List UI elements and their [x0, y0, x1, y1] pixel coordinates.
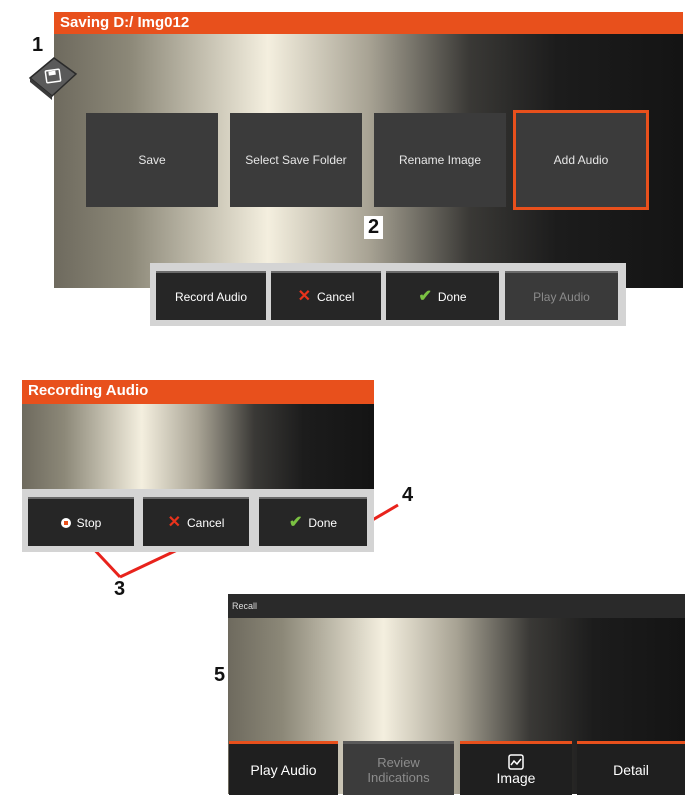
cancel-label: Cancel — [317, 289, 355, 304]
checkmark-icon: ✔ — [288, 513, 303, 531]
saving-title-bar: Saving D:/ Img012 — [54, 12, 683, 34]
image-label: Image — [496, 769, 536, 786]
recording-cancel-button[interactable]: ✕ Cancel — [143, 497, 249, 546]
play-audio-label: Play Audio — [533, 289, 590, 304]
recording-title: Recording Audio — [28, 382, 149, 399]
recall-play-audio-button[interactable]: Play Audio — [229, 741, 338, 795]
stop-button[interactable]: Stop — [28, 497, 134, 546]
menu-save-label: Save — [138, 153, 166, 167]
stop-label: Stop — [76, 515, 102, 530]
done-label: Done — [437, 289, 467, 304]
recording-done-label: Done — [308, 515, 338, 530]
done-button[interactable]: ✔ Done — [386, 271, 499, 320]
cancel-button[interactable]: ✕ Cancel — [271, 271, 381, 320]
stop-icon — [60, 517, 71, 528]
menu-select-save-folder[interactable]: Select Save Folder — [230, 113, 362, 207]
menu-rename-image-label: Rename Image — [398, 153, 482, 167]
recall-title-bar: Recall — [228, 594, 685, 618]
play-audio-button[interactable]: Play Audio — [505, 271, 618, 320]
recording-cancel-label: Cancel — [187, 515, 225, 530]
menu-add-audio-label: Add Audio — [553, 153, 609, 167]
recall-play-audio-label: Play Audio — [250, 761, 317, 778]
record-audio-button[interactable]: Record Audio — [156, 271, 266, 320]
menu-save[interactable]: Save — [86, 113, 218, 207]
close-icon: ✕ — [167, 513, 182, 531]
recording-title-bar: Recording Audio — [22, 380, 374, 404]
record-audio-label: Record Audio — [174, 289, 248, 304]
floppy-disk-icon — [28, 57, 78, 100]
review-indications-label: Review Indications — [367, 754, 430, 785]
callout-4: 4 — [402, 484, 414, 506]
menu-select-save-folder-label: Select Save Folder — [245, 153, 347, 167]
menu-rename-image[interactable]: Rename Image — [374, 113, 506, 207]
callout-5: 5 — [214, 664, 226, 686]
image-icon — [508, 753, 524, 770]
review-indications-button[interactable]: Review Indications — [343, 741, 454, 795]
recall-title: Recall — [232, 601, 258, 611]
save-button[interactable] — [24, 52, 80, 100]
image-button[interactable]: Image — [460, 741, 572, 795]
detail-label: Detail — [613, 761, 649, 778]
callout-3: 3 — [114, 578, 126, 600]
close-icon: ✕ — [297, 287, 312, 305]
menu-add-audio[interactable]: Add Audio — [513, 110, 649, 210]
detail-button[interactable]: Detail — [577, 741, 685, 795]
callout-2: 2 — [364, 216, 384, 239]
checkmark-icon: ✔ — [418, 287, 432, 305]
saving-title: Saving D:/ Img012 — [60, 14, 190, 31]
recording-done-button[interactable]: ✔ Done — [259, 497, 367, 546]
